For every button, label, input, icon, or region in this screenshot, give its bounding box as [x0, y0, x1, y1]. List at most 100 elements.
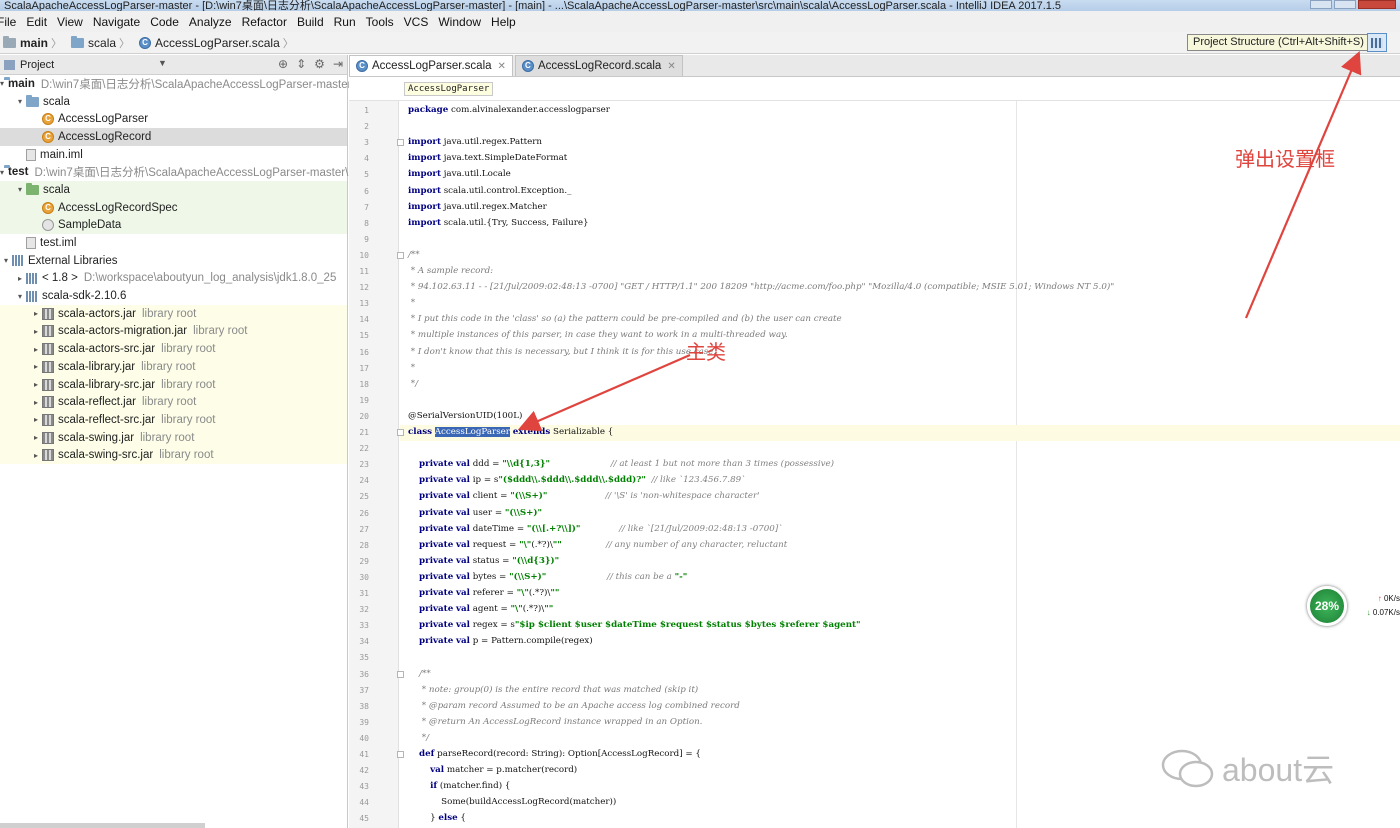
tree-item[interactable]: ▸ scala-reflect.jar library root: [0, 393, 347, 412]
code-line[interactable]: def parseRecord(record: String): Option[…: [408, 749, 701, 759]
collapse-arrow-icon[interactable]: ▸: [30, 415, 42, 424]
menu-help[interactable]: Help: [486, 15, 521, 29]
code-line[interactable]: * I put this code in the 'class' so (a) …: [408, 314, 842, 324]
code-line[interactable]: private val agent = "\"(.*?)\"": [408, 604, 553, 614]
code-line[interactable]: import java.text.SimpleDateFormat: [408, 153, 567, 163]
tree-item[interactable]: ▾ scala-sdk-2.10.6: [0, 287, 347, 305]
code-line[interactable]: class AccessLogParser extends Serializab…: [408, 427, 613, 437]
project-panel-title[interactable]: Project: [20, 59, 54, 71]
code-line[interactable]: private val status = "(\\d{3})": [408, 556, 559, 566]
code-line[interactable]: @SerialVersionUID(100L): [408, 411, 522, 421]
tree-item[interactable]: ▾ scala: [0, 93, 347, 111]
horizontal-scrollbar[interactable]: [0, 823, 205, 828]
code-line[interactable]: *: [408, 298, 415, 308]
tree-item[interactable]: ▸ scala-library.jar library root: [0, 358, 347, 376]
tree-item[interactable]: ▸ scala-swing-src.jar library root: [0, 446, 347, 465]
code-line[interactable]: Some(buildAccessLogRecord(matcher)): [408, 797, 616, 807]
code-line[interactable]: val matcher = p.matcher(record): [408, 765, 577, 775]
gear-icon[interactable]: ⚙: [314, 57, 325, 71]
nav-crumb-file[interactable]: C AccessLogParser.scala 〉: [136, 35, 300, 51]
expand-arrow-icon[interactable]: ▾: [0, 168, 4, 177]
code-line[interactable]: package com.alvinalexander.accesslogpars…: [408, 105, 610, 115]
code-line[interactable]: * 94.102.63.11 - - [21/Jul/2009:02:48:13…: [408, 282, 1115, 292]
code-line[interactable]: private val bytes = "(\\S+)" // this can…: [408, 572, 687, 582]
collapse-arrow-icon[interactable]: ▸: [30, 345, 42, 354]
code-line[interactable]: /**: [408, 250, 420, 260]
code-line[interactable]: } else {: [408, 813, 466, 823]
close-tab-icon[interactable]: ✕: [667, 61, 675, 72]
collapse-arrow-icon[interactable]: ▸: [30, 362, 42, 371]
code-line[interactable]: */: [408, 379, 418, 389]
nav-crumb-scala[interactable]: scala 〉: [68, 35, 136, 51]
locate-icon[interactable]: ⊕: [278, 57, 288, 71]
code-line[interactable]: private val client = "(\\S+)" // '\S' is…: [408, 491, 760, 501]
menu-tools[interactable]: Tools: [361, 15, 399, 29]
view-dropdown-icon[interactable]: ▼: [158, 58, 167, 68]
project-structure-button[interactable]: [1367, 33, 1387, 52]
tree-item[interactable]: ▸ scala-actors.jar library root: [0, 304, 347, 323]
expand-arrow-icon[interactable]: ▾: [0, 256, 12, 265]
code-line[interactable]: private val ddd = "\\d{1,3}" // at least…: [408, 459, 834, 469]
code-line[interactable]: import scala.util.control.Exception._: [408, 186, 571, 196]
menu-navigate[interactable]: Navigate: [88, 15, 145, 29]
collapse-arrow-icon[interactable]: ▸: [30, 327, 42, 336]
minimize-button[interactable]: [1310, 0, 1332, 9]
code-line[interactable]: import java.util.Locale: [408, 169, 511, 179]
code-line[interactable]: private val dateTime = "(\\[.+?\\])" // …: [408, 524, 783, 534]
menu-build[interactable]: Build: [292, 15, 329, 29]
collapse-arrow-icon[interactable]: ▸: [30, 380, 42, 389]
expand-arrow-icon[interactable]: ▾: [14, 97, 26, 106]
tree-item[interactable]: C AccessLogRecordSpec: [0, 198, 347, 217]
tree-item[interactable]: SampleData: [0, 216, 347, 235]
tree-item[interactable]: C AccessLogRecord: [0, 128, 347, 146]
editor-breadcrumb[interactable]: AccessLogParser: [404, 82, 494, 96]
fold-marker-icon[interactable]: [397, 670, 404, 678]
fold-marker-icon[interactable]: [397, 429, 404, 436]
collapse-arrow-icon[interactable]: ▸: [30, 433, 42, 442]
maximize-button[interactable]: [1334, 0, 1356, 9]
tree-item[interactable]: ▾ test D:\win7桌面\日志分析\ScalaApacheAccessLog…: [0, 163, 348, 181]
code-line[interactable]: private val request = "\"(.*?)\"" // any…: [408, 540, 787, 550]
code-line[interactable]: private val ip = s"($ddd\\.$ddd\\.$ddd\\…: [408, 475, 745, 485]
fold-marker-icon[interactable]: [397, 139, 404, 147]
tree-item[interactable]: ▸ scala-library-src.jar library root: [0, 375, 347, 394]
code-line[interactable]: * @param record Assumed to be an Apache …: [408, 701, 740, 711]
close-button[interactable]: [1358, 0, 1396, 9]
code-line[interactable]: private val user = "(\\S+)": [408, 508, 542, 518]
code-line[interactable]: * A sample record:: [408, 266, 493, 276]
tree-item[interactable]: main.iml: [0, 146, 347, 164]
tree-item[interactable]: ▾ main D:\win7桌面\日志分析\ScalaApacheAccessLog…: [0, 75, 351, 93]
tree-item[interactable]: ▸ scala-actors-src.jar library root: [0, 340, 347, 358]
tree-item[interactable]: ▸ < 1.8 > D:\workspace\aboutyun_log_analys…: [0, 270, 347, 288]
menu-edit[interactable]: Edit: [21, 15, 52, 29]
tree-item[interactable]: ▸ scala-swing.jar library root: [0, 428, 347, 447]
close-tab-icon[interactable]: ✕: [498, 61, 506, 72]
menu-view[interactable]: View: [52, 15, 88, 29]
code-line[interactable]: * multiple instances of this parser, in …: [408, 330, 788, 340]
code-line[interactable]: import java.util.regex.Pattern: [408, 137, 542, 147]
fold-marker-icon[interactable]: [397, 251, 404, 259]
code-line[interactable]: * @return An AccessLogRecord instance wr…: [408, 717, 703, 727]
network-speed-widget[interactable]: 28% ↑ 0K/s ↓ 0.07K/s: [1307, 586, 1400, 626]
hide-panel-icon[interactable]: ⇥: [333, 57, 343, 71]
code-line[interactable]: *: [408, 363, 415, 373]
nav-crumb-main[interactable]: main 〉: [0, 35, 68, 51]
code-line[interactable]: * note: group(0) is the entire record th…: [408, 685, 698, 695]
code-line[interactable]: * I don't know that this is necessary, b…: [408, 347, 716, 357]
expand-arrow-icon[interactable]: ▾: [0, 79, 4, 88]
collapse-arrow-icon[interactable]: ▸: [14, 274, 26, 283]
collapse-arrow-icon[interactable]: ▸: [30, 398, 42, 407]
menu-run[interactable]: Run: [329, 15, 361, 29]
collapse-arrow-icon[interactable]: ▸: [30, 309, 42, 318]
code-line[interactable]: import java.util.regex.Matcher: [408, 202, 547, 212]
tab-accesslogrecord[interactable]: C AccessLogRecord.scala ✕: [514, 55, 683, 76]
tree-item[interactable]: C AccessLogParser: [0, 110, 347, 128]
code-line[interactable]: /**: [408, 669, 431, 679]
code-line[interactable]: import scala.util.{Try, Success, Failure…: [408, 218, 589, 228]
code-line[interactable]: private val regex = s"$ip $client $user …: [408, 620, 861, 630]
tree-item[interactable]: ▸ scala-reflect-src.jar library root: [0, 411, 347, 429]
expand-arrow-icon[interactable]: ▾: [14, 185, 26, 194]
menu-analyze[interactable]: Analyze: [184, 15, 237, 29]
code-line[interactable]: private val referer = "\"(.*?)\"": [408, 588, 559, 598]
code-line[interactable]: */: [408, 733, 429, 743]
